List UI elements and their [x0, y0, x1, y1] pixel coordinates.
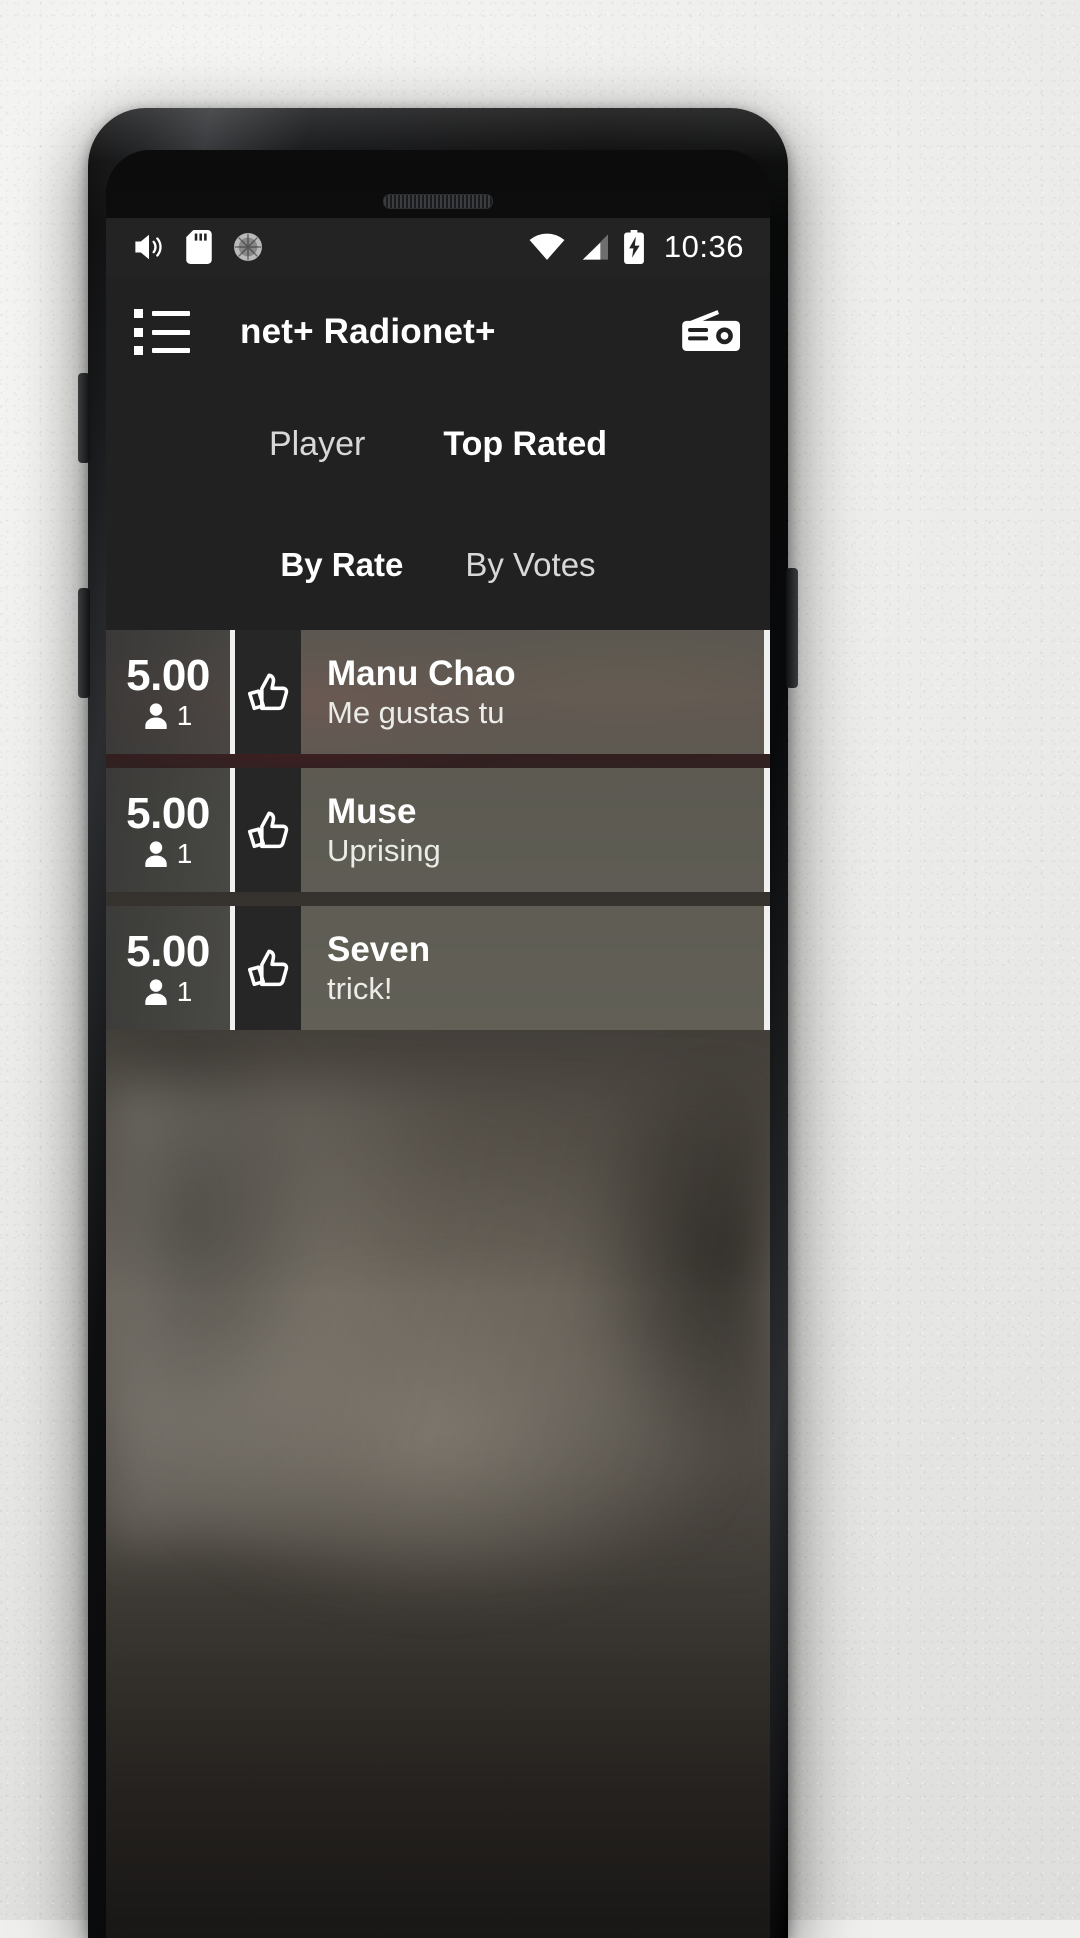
wifi-icon	[529, 233, 565, 260]
person-icon	[145, 979, 167, 1005]
volume-button[interactable]	[78, 373, 90, 463]
signal-icon	[582, 234, 608, 260]
secondary-tab-bar: By Rate By Votes	[106, 500, 770, 630]
top-rated-list: 5.00 1 Manu Chao Me gustas tu 5.00 1 Mus…	[106, 630, 770, 1044]
votes-count: 1	[176, 976, 193, 1007]
battery-charging-icon	[624, 230, 644, 264]
list-item[interactable]: 5.00 1	[106, 768, 770, 892]
track-info: Muse Uprising	[301, 768, 770, 892]
track-title: Me gustas tu	[327, 694, 505, 730]
thumbs-up-icon	[247, 949, 289, 987]
status-bar-left-icons	[132, 230, 264, 264]
thumbs-up-button[interactable]	[235, 630, 301, 754]
status-bar: 10:36	[106, 218, 770, 276]
votes-group: 1	[144, 976, 193, 1007]
track-info: Seven trick!	[301, 906, 770, 1030]
row-right-edge	[764, 906, 770, 1030]
thumbs-up-button[interactable]	[235, 906, 301, 1030]
status-bar-right-icons: 10:36	[529, 229, 744, 265]
row-right-edge	[764, 630, 770, 754]
menu-dot	[134, 309, 143, 318]
track-title: Uprising	[327, 832, 441, 868]
menu-dot	[134, 327, 143, 337]
menu-dot	[134, 346, 143, 355]
phone-screen: 10:36 net+ Radionet+ Player Top Rated By…	[106, 150, 770, 1938]
earpiece-speaker	[383, 194, 493, 209]
votes-count: 1	[176, 700, 193, 731]
tab-by-votes[interactable]: By Votes	[465, 546, 595, 584]
rating-box: 5.00 1	[106, 768, 230, 892]
tab-player[interactable]: Player	[269, 425, 365, 464]
track-artist: Muse	[327, 791, 417, 831]
tab-top-rated[interactable]: Top Rated	[443, 425, 607, 464]
track-info: Manu Chao Me gustas tu	[301, 630, 770, 754]
track-title: trick!	[327, 970, 393, 1006]
tab-by-rate[interactable]: By Rate	[280, 546, 403, 584]
person-icon	[145, 703, 167, 729]
list-item[interactable]: 5.00 1	[106, 630, 770, 754]
votes-count: 1	[176, 838, 193, 869]
volume-icon	[135, 234, 162, 260]
thumbs-up-icon	[247, 673, 289, 711]
menu-line	[151, 311, 190, 316]
app-bar: net+ Radionet+	[106, 276, 770, 388]
votes-group: 1	[144, 838, 193, 869]
list-item[interactable]: 5.00 1	[106, 906, 770, 1030]
list-menu-icon[interactable]	[134, 309, 190, 355]
page-title: net+ Radionet+	[240, 312, 496, 351]
rating-value: 5.00	[126, 651, 210, 700]
person-icon	[145, 841, 167, 867]
assistant-button[interactable]	[78, 588, 90, 698]
track-artist: Seven	[327, 929, 431, 969]
power-button[interactable]	[786, 568, 798, 688]
rating-value: 5.00	[126, 789, 210, 838]
row-right-edge	[764, 768, 770, 892]
track-artist: Manu Chao	[327, 653, 516, 693]
thumbs-up-button[interactable]	[235, 768, 301, 892]
rating-value: 5.00	[126, 927, 210, 976]
status-bar-clock: 10:36	[663, 229, 744, 264]
thumbs-up-icon	[247, 811, 289, 849]
menu-line	[151, 329, 190, 335]
rating-box: 5.00 1	[106, 630, 230, 754]
radio-icon[interactable]	[680, 307, 742, 358]
sd-card-icon	[186, 230, 212, 264]
sync-icon	[234, 233, 262, 261]
phone-device: 10:36 net+ Radionet+ Player Top Rated By…	[78, 108, 798, 1938]
primary-tab-bar: Player Top Rated	[106, 388, 770, 500]
menu-line	[151, 348, 190, 353]
rating-box: 5.00 1	[106, 906, 230, 1030]
votes-group: 1	[144, 700, 193, 731]
